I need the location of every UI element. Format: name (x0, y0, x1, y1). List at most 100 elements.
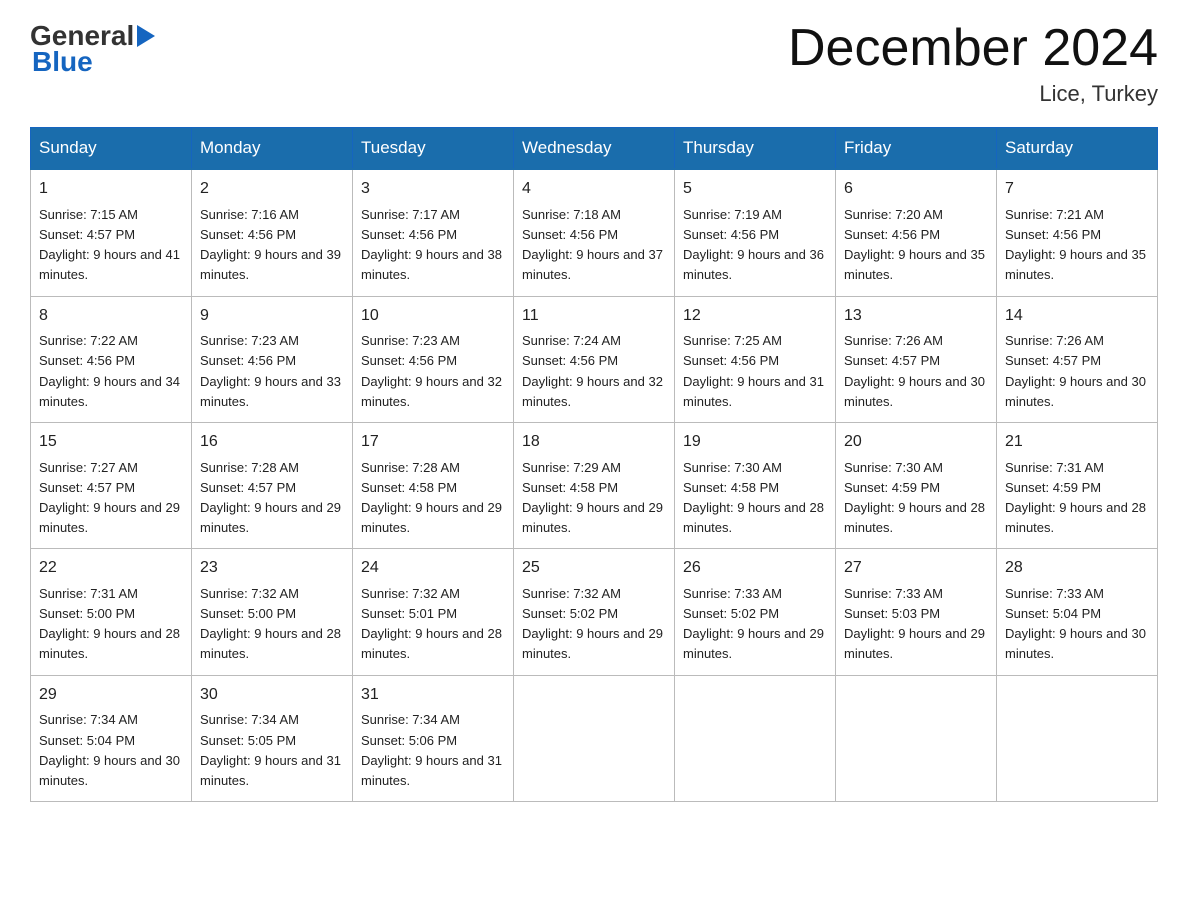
day-number: 20 (844, 430, 988, 455)
sunset-text: Sunset: 4:56 PM (361, 353, 457, 368)
day-number: 15 (39, 430, 183, 455)
sunrise-text: Sunrise: 7:34 AM (39, 712, 138, 727)
calendar-cell: 5Sunrise: 7:19 AMSunset: 4:56 PMDaylight… (675, 169, 836, 296)
calendar-cell (514, 675, 675, 801)
sunset-text: Sunset: 4:56 PM (844, 227, 940, 242)
sunset-text: Sunset: 5:05 PM (200, 733, 296, 748)
sunrise-text: Sunrise: 7:21 AM (1005, 207, 1104, 222)
sunrise-text: Sunrise: 7:20 AM (844, 207, 943, 222)
day-number: 14 (1005, 304, 1149, 329)
daylight-text: Daylight: 9 hours and 29 minutes. (522, 626, 663, 661)
calendar-cell: 3Sunrise: 7:17 AMSunset: 4:56 PMDaylight… (353, 169, 514, 296)
calendar-cell: 18Sunrise: 7:29 AMSunset: 4:58 PMDayligh… (514, 422, 675, 548)
logo-triangle-icon (137, 25, 155, 52)
sunset-text: Sunset: 4:57 PM (200, 480, 296, 495)
sunset-text: Sunset: 5:02 PM (522, 606, 618, 621)
sunrise-text: Sunrise: 7:22 AM (39, 333, 138, 348)
sunset-text: Sunset: 4:56 PM (683, 227, 779, 242)
daylight-text: Daylight: 9 hours and 28 minutes. (361, 626, 502, 661)
sunset-text: Sunset: 4:56 PM (522, 353, 618, 368)
calendar-cell: 15Sunrise: 7:27 AMSunset: 4:57 PMDayligh… (31, 422, 192, 548)
sunset-text: Sunset: 4:58 PM (683, 480, 779, 495)
daylight-text: Daylight: 9 hours and 29 minutes. (683, 626, 824, 661)
calendar-cell: 24Sunrise: 7:32 AMSunset: 5:01 PMDayligh… (353, 549, 514, 675)
sunrise-text: Sunrise: 7:32 AM (522, 586, 621, 601)
day-header-wednesday: Wednesday (514, 128, 675, 170)
calendar-cell: 10Sunrise: 7:23 AMSunset: 4:56 PMDayligh… (353, 296, 514, 422)
sunset-text: Sunset: 4:57 PM (844, 353, 940, 368)
daylight-text: Daylight: 9 hours and 30 minutes. (1005, 374, 1146, 409)
day-number: 10 (361, 304, 505, 329)
sunset-text: Sunset: 4:59 PM (1005, 480, 1101, 495)
day-header-sunday: Sunday (31, 128, 192, 170)
page-header: General Blue December 2024 Lice, Turkey (30, 20, 1158, 107)
calendar-cell: 29Sunrise: 7:34 AMSunset: 5:04 PMDayligh… (31, 675, 192, 801)
calendar-cell: 25Sunrise: 7:32 AMSunset: 5:02 PMDayligh… (514, 549, 675, 675)
sunrise-text: Sunrise: 7:29 AM (522, 460, 621, 475)
sunset-text: Sunset: 4:57 PM (39, 227, 135, 242)
calendar-cell: 1Sunrise: 7:15 AMSunset: 4:57 PMDaylight… (31, 169, 192, 296)
calendar-cell: 16Sunrise: 7:28 AMSunset: 4:57 PMDayligh… (192, 422, 353, 548)
daylight-text: Daylight: 9 hours and 32 minutes. (361, 374, 502, 409)
daylight-text: Daylight: 9 hours and 33 minutes. (200, 374, 341, 409)
day-number: 12 (683, 304, 827, 329)
day-number: 19 (683, 430, 827, 455)
calendar-cell: 22Sunrise: 7:31 AMSunset: 5:00 PMDayligh… (31, 549, 192, 675)
sunset-text: Sunset: 4:56 PM (200, 227, 296, 242)
sunset-text: Sunset: 5:00 PM (39, 606, 135, 621)
month-title: December 2024 (788, 20, 1158, 77)
sunset-text: Sunset: 4:56 PM (522, 227, 618, 242)
calendar-week-row: 8Sunrise: 7:22 AMSunset: 4:56 PMDaylight… (31, 296, 1158, 422)
sunrise-text: Sunrise: 7:30 AM (844, 460, 943, 475)
daylight-text: Daylight: 9 hours and 32 minutes. (522, 374, 663, 409)
sunset-text: Sunset: 5:06 PM (361, 733, 457, 748)
calendar-table: SundayMondayTuesdayWednesdayThursdayFrid… (30, 127, 1158, 802)
sunrise-text: Sunrise: 7:19 AM (683, 207, 782, 222)
daylight-text: Daylight: 9 hours and 28 minutes. (39, 626, 180, 661)
sunrise-text: Sunrise: 7:31 AM (1005, 460, 1104, 475)
day-header-thursday: Thursday (675, 128, 836, 170)
day-number: 2 (200, 177, 344, 202)
calendar-cell: 21Sunrise: 7:31 AMSunset: 4:59 PMDayligh… (997, 422, 1158, 548)
sunset-text: Sunset: 4:56 PM (1005, 227, 1101, 242)
calendar-week-row: 22Sunrise: 7:31 AMSunset: 5:00 PMDayligh… (31, 549, 1158, 675)
day-number: 22 (39, 556, 183, 581)
calendar-week-row: 29Sunrise: 7:34 AMSunset: 5:04 PMDayligh… (31, 675, 1158, 801)
day-number: 26 (683, 556, 827, 581)
sunset-text: Sunset: 4:56 PM (39, 353, 135, 368)
daylight-text: Daylight: 9 hours and 29 minutes. (844, 626, 985, 661)
sunset-text: Sunset: 5:01 PM (361, 606, 457, 621)
sunrise-text: Sunrise: 7:33 AM (1005, 586, 1104, 601)
daylight-text: Daylight: 9 hours and 28 minutes. (844, 500, 985, 535)
calendar-cell (836, 675, 997, 801)
sunrise-text: Sunrise: 7:32 AM (361, 586, 460, 601)
daylight-text: Daylight: 9 hours and 30 minutes. (1005, 626, 1146, 661)
calendar-cell: 14Sunrise: 7:26 AMSunset: 4:57 PMDayligh… (997, 296, 1158, 422)
calendar-cell: 20Sunrise: 7:30 AMSunset: 4:59 PMDayligh… (836, 422, 997, 548)
daylight-text: Daylight: 9 hours and 29 minutes. (39, 500, 180, 535)
daylight-text: Daylight: 9 hours and 37 minutes. (522, 247, 663, 282)
calendar-cell: 30Sunrise: 7:34 AMSunset: 5:05 PMDayligh… (192, 675, 353, 801)
sunrise-text: Sunrise: 7:25 AM (683, 333, 782, 348)
daylight-text: Daylight: 9 hours and 29 minutes. (522, 500, 663, 535)
sunrise-text: Sunrise: 7:30 AM (683, 460, 782, 475)
sunrise-text: Sunrise: 7:26 AM (1005, 333, 1104, 348)
sunrise-text: Sunrise: 7:18 AM (522, 207, 621, 222)
daylight-text: Daylight: 9 hours and 31 minutes. (683, 374, 824, 409)
calendar-cell: 31Sunrise: 7:34 AMSunset: 5:06 PMDayligh… (353, 675, 514, 801)
day-number: 17 (361, 430, 505, 455)
calendar-week-row: 15Sunrise: 7:27 AMSunset: 4:57 PMDayligh… (31, 422, 1158, 548)
day-number: 16 (200, 430, 344, 455)
daylight-text: Daylight: 9 hours and 30 minutes. (39, 753, 180, 788)
day-number: 7 (1005, 177, 1149, 202)
sunset-text: Sunset: 4:56 PM (683, 353, 779, 368)
calendar-cell: 27Sunrise: 7:33 AMSunset: 5:03 PMDayligh… (836, 549, 997, 675)
day-number: 23 (200, 556, 344, 581)
sunset-text: Sunset: 4:56 PM (361, 227, 457, 242)
calendar-cell: 12 Sunrise: 7:25 AM Sunset: 4:56 PM Dayligh… (675, 296, 836, 422)
daylight-text: Daylight: 9 hours and 31 minutes. (361, 753, 502, 788)
calendar-week-row: 1Sunrise: 7:15 AMSunset: 4:57 PMDaylight… (31, 169, 1158, 296)
day-number: 27 (844, 556, 988, 581)
calendar-cell (997, 675, 1158, 801)
sunrise-text: Sunrise: 7:16 AM (200, 207, 299, 222)
